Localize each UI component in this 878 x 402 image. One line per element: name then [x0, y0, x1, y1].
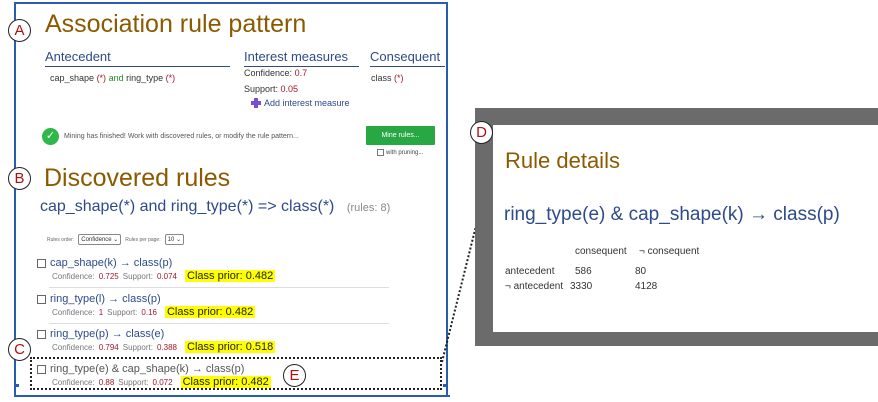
marker-c: C	[8, 338, 31, 361]
add-interest-measure-label: Add interest measure	[264, 98, 350, 108]
frame-bottom-line	[14, 395, 450, 397]
table-row-antecedent: antecedent	[505, 266, 555, 277]
class-prior-badge: Class prior: 0.482	[185, 270, 276, 282]
antecedent-expression[interactable]: cap_shape (*) and ring_type (*)	[50, 73, 175, 83]
marker-b: B	[8, 167, 31, 190]
pruning-option[interactable]: with pruning...	[377, 149, 423, 156]
confidence-measure[interactable]: Confidence: 0.7	[244, 68, 307, 78]
wildcard-marker-3: (*)	[394, 73, 404, 83]
rule-text[interactable]: ring_type(p) → class(e)	[50, 328, 164, 340]
rule-checkbox[interactable]	[37, 258, 46, 268]
rule-confidence-label: Confidence:	[52, 342, 95, 352]
rule-confidence-value: 1	[98, 307, 104, 317]
selected-rule-highlight	[30, 357, 442, 390]
rule-item[interactable]: cap_shape(k) → class(p) Confidence: 0.72…	[37, 257, 389, 288]
wildcard-marker: (*)	[96, 73, 107, 83]
rule-count: (rules: 8)	[346, 202, 391, 214]
pruning-label: with pruning...	[386, 149, 424, 156]
cell-na-nc: 4128	[635, 281, 658, 292]
wildcard-marker-2: (*)	[165, 73, 176, 83]
rule-support-label: Support:	[122, 342, 153, 352]
rule-checkbox[interactable]	[37, 329, 46, 339]
rule-item[interactable]: ring_type(p) → class(e) Confidence: 0.79…	[37, 328, 387, 353]
table-header-consequent: consequent	[575, 246, 627, 257]
rule-details-rule: ring_type(e) & cap_shape(k) → class(p)	[504, 204, 840, 225]
table-row-not-antecedent: ¬ antecedent	[505, 281, 564, 292]
cell-na-c: 3330	[570, 281, 593, 292]
confidence-value: 0.7	[294, 68, 308, 78]
rule-support-value: 0.16	[141, 307, 157, 317]
summary-pattern: cap_shape(*) and ring_type(*) => class(*…	[40, 198, 335, 215]
support-measure[interactable]: Support: 0.05	[244, 84, 298, 94]
rule-divider	[49, 323, 389, 324]
marker-e: E	[283, 364, 306, 387]
rule-divider	[49, 287, 389, 288]
frame-dash-right	[443, 384, 448, 387]
rule-support-label: Support:	[122, 271, 153, 281]
consequent-attr-class[interactable]: class	[371, 73, 392, 83]
cell-a-nc: 80	[635, 266, 647, 277]
rule-confidence-value: 0.794	[98, 342, 119, 352]
check-circle-icon: ✓	[42, 128, 59, 145]
rule-confidence-label: Confidence:	[52, 271, 95, 281]
consequent-expression[interactable]: class (*)	[371, 73, 404, 83]
rule-text[interactable]: ring_type(l) → class(p)	[50, 293, 161, 305]
class-prior-badge: Class prior: 0.518	[185, 341, 276, 353]
rule-item[interactable]: ring_type(l) → class(p) Confidence: 1 Su…	[37, 293, 389, 324]
cell-a-c: 586	[575, 266, 592, 277]
rule-text[interactable]: cap_shape(k) → class(p)	[50, 257, 172, 269]
rule-confidence-label: Confidence:	[52, 307, 95, 317]
confidence-label: Confidence:	[244, 68, 293, 78]
antecedent-attr-cap-shape[interactable]: cap_shape	[50, 73, 94, 83]
frame-dash-left	[14, 384, 19, 387]
order-label: Rules order:	[47, 236, 75, 243]
interest-measures-header: Interest measures	[244, 49, 359, 67]
marker-d: D	[470, 121, 493, 144]
perpage-select[interactable]: 10 ⌄	[164, 234, 184, 245]
rules-controls: Rules order: Confidence ⌄ Rules per page…	[47, 234, 184, 245]
and-connector: and	[108, 73, 124, 83]
rule-checkbox[interactable]	[37, 294, 46, 304]
perpage-label: Rules per page:	[125, 236, 161, 243]
consequent-header: Consequent	[370, 49, 445, 67]
support-value: 0.05	[280, 84, 299, 94]
rule-support-value: 0.074	[156, 271, 178, 281]
mine-rules-button[interactable]: Mine rules...	[366, 126, 435, 145]
table-header-not-consequent: ¬ consequent	[639, 246, 700, 257]
order-select[interactable]: Confidence ⌄	[78, 234, 122, 245]
mining-status-message: Mining has finished! Work with discovere…	[64, 133, 299, 140]
rule-support-value: 0.388	[156, 342, 178, 352]
pattern-title: Association rule pattern	[45, 10, 307, 38]
rule-support-label: Support:	[107, 307, 138, 317]
rule-pattern-summary: cap_shape(*) and ring_type(*) => class(*…	[40, 198, 390, 216]
pruning-checkbox[interactable]	[377, 149, 384, 156]
marker-a: A	[8, 19, 31, 42]
class-prior-badge: Class prior: 0.482	[164, 306, 256, 318]
antecedent-header: Antecedent	[45, 49, 230, 67]
plus-icon	[251, 98, 261, 108]
rule-confidence-value: 0.725	[98, 271, 119, 281]
support-label: Support:	[244, 84, 279, 94]
antecedent-attr-ring-type[interactable]: ring_type	[126, 73, 163, 83]
rule-details-title: Rule details	[505, 148, 620, 173]
add-interest-measure-link[interactable]: Add interest measure	[251, 98, 350, 108]
discovered-rules-title: Discovered rules	[44, 164, 231, 192]
